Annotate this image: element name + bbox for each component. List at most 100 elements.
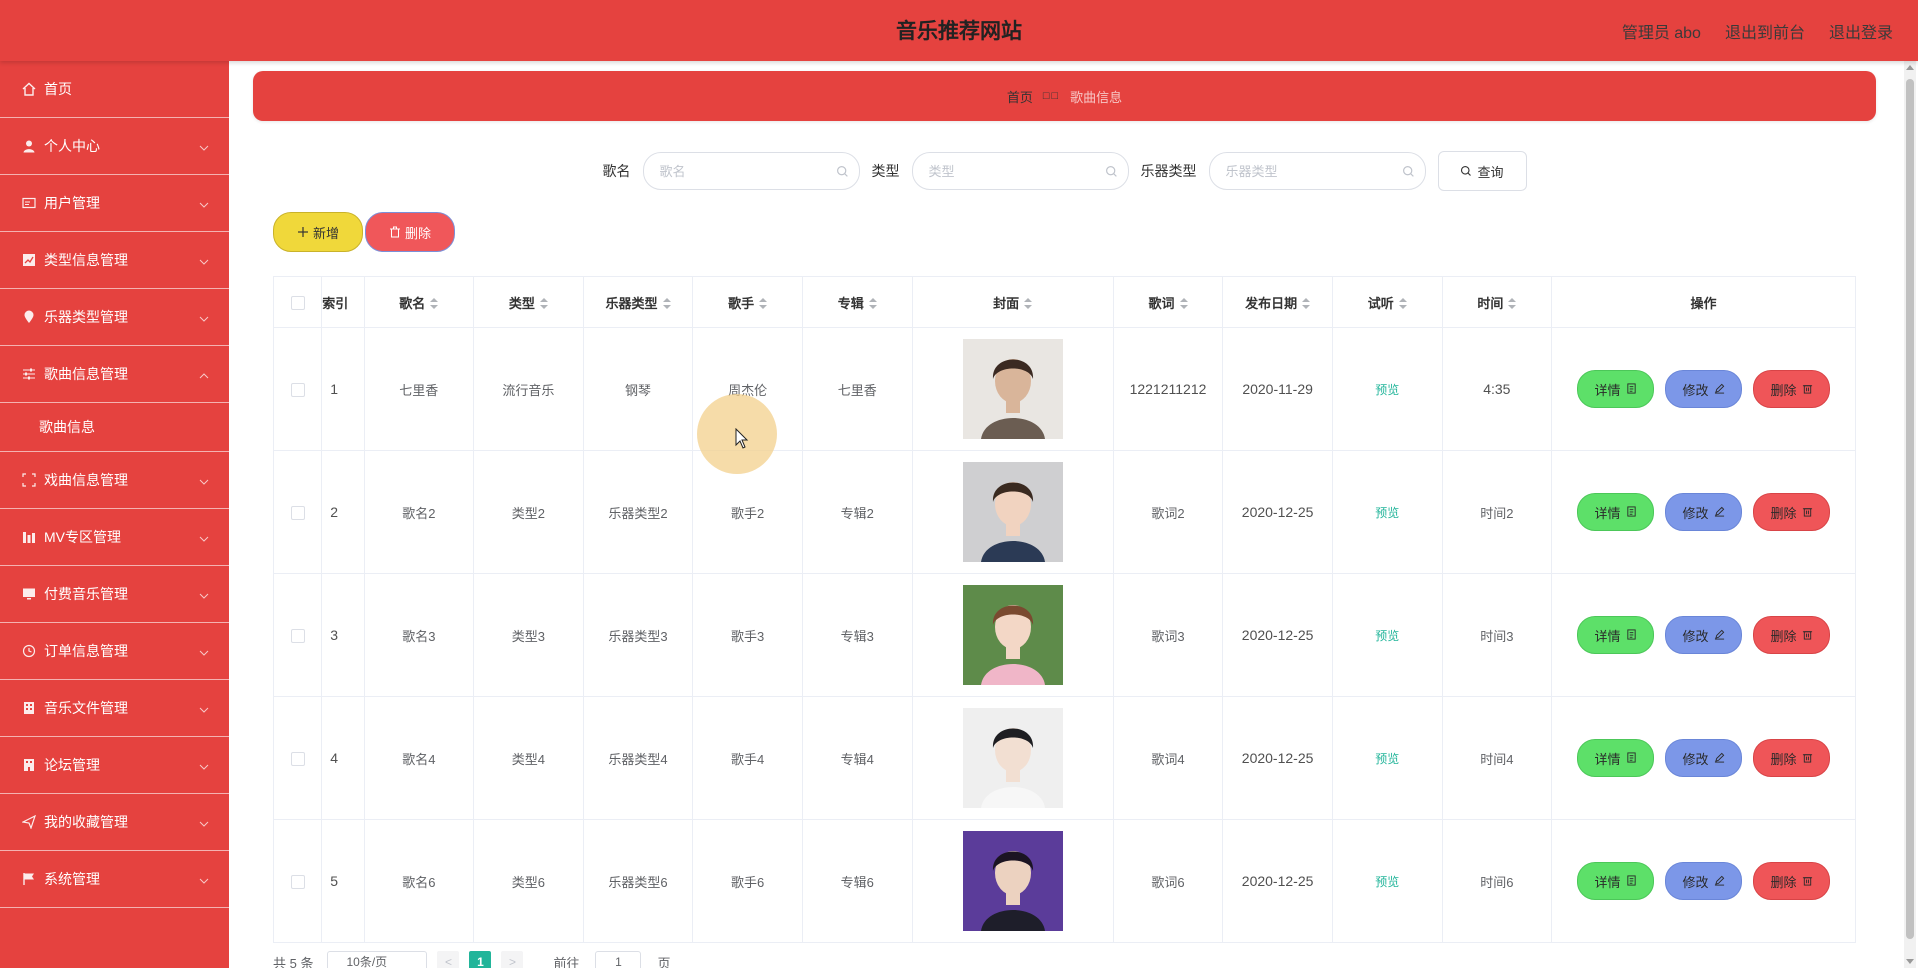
sidebar-item-9[interactable]: 订单信息管理	[0, 623, 229, 680]
detail-button[interactable]: 详情	[1577, 862, 1655, 900]
row-checkbox[interactable]	[290, 628, 305, 643]
fullscreen-icon	[22, 473, 36, 487]
delete-button[interactable]: 删除	[1753, 862, 1831, 900]
delete-button[interactable]: 删除	[1753, 493, 1831, 531]
cover-image[interactable]	[962, 462, 1063, 562]
header-cover[interactable]: 封面	[911, 276, 1114, 328]
scroll-up-arrow[interactable]	[1906, 65, 1914, 70]
type-input[interactable]	[912, 153, 1128, 189]
header-singer[interactable]: 歌手	[692, 276, 803, 328]
batch-delete-button[interactable]: 删除	[365, 212, 455, 252]
select-all-checkbox[interactable]	[290, 295, 305, 310]
delete-button[interactable]: 删除	[1753, 739, 1831, 777]
header-song-name[interactable]: 歌名	[363, 276, 475, 328]
sidebar-item-12[interactable]: 我的收藏管理	[0, 794, 229, 851]
add-button[interactable]: 新增	[273, 212, 363, 252]
page-size-select[interactable]: 10条/页	[327, 951, 428, 968]
edit-button[interactable]: 修改	[1665, 862, 1743, 900]
preview-link[interactable]: 预览	[1375, 875, 1399, 889]
sidebar-item-11[interactable]: 论坛管理	[0, 737, 229, 794]
sort-caret-icon[interactable]	[430, 298, 439, 310]
preview-link[interactable]: 预览	[1375, 383, 1399, 397]
type-label: 类型	[871, 163, 900, 179]
sort-caret-icon[interactable]	[868, 298, 877, 310]
preview-link[interactable]: 预览	[1375, 506, 1399, 520]
sidebar-subitem-song-info[interactable]: 歌曲信息	[0, 403, 229, 452]
sidebar-item-13[interactable]: 系统管理	[0, 851, 229, 908]
header-preview[interactable]: 试听	[1331, 276, 1443, 328]
sidebar-item-2[interactable]: 用户管理	[0, 175, 229, 232]
edit-icon	[1709, 382, 1725, 397]
detail-button[interactable]: 详情	[1577, 370, 1655, 408]
sidebar-item-7[interactable]: MV专区管理	[0, 509, 229, 566]
sliders-icon	[22, 367, 36, 381]
sidebar-item-8[interactable]: 付费音乐管理	[0, 566, 229, 623]
sidebar-item-3[interactable]: 类型信息管理	[0, 232, 229, 289]
delete-button-label: 删除	[1770, 628, 1797, 644]
logout-link[interactable]: 退出登录	[1829, 19, 1893, 43]
page-number-current[interactable]: 1	[469, 951, 492, 968]
row-checkbox[interactable]	[290, 382, 305, 397]
preview-link[interactable]: 预览	[1375, 752, 1399, 766]
header-lyrics[interactable]: 歌词	[1112, 276, 1224, 328]
header-instrument-type[interactable]: 乐器类型	[582, 276, 694, 328]
detail-button[interactable]: 详情	[1577, 616, 1655, 654]
sidebar-item-5[interactable]: 歌曲信息管理	[0, 346, 229, 403]
detail-button[interactable]: 详情	[1577, 739, 1655, 777]
back-to-front-link[interactable]: 退出到前台	[1725, 19, 1805, 43]
row-checkbox[interactable]	[290, 874, 305, 889]
edit-button[interactable]: 修改	[1665, 739, 1743, 777]
sort-caret-icon[interactable]	[1398, 298, 1407, 310]
scroll-down-arrow[interactable]	[1906, 959, 1914, 964]
edit-button[interactable]: 修改	[1665, 370, 1743, 408]
sort-caret-icon[interactable]	[1024, 298, 1033, 310]
row-actions: 详情 修改 删除	[1552, 370, 1855, 408]
edit-button[interactable]: 修改	[1665, 493, 1743, 531]
sidebar-item-label: 订单信息管理	[44, 643, 128, 659]
header-time[interactable]: 时间	[1441, 276, 1553, 328]
breadcrumb-home[interactable]: 首页	[1007, 87, 1033, 106]
sort-caret-icon[interactable]	[1508, 298, 1517, 310]
sidebar-item-0[interactable]: 首页	[0, 61, 229, 118]
sort-caret-icon[interactable]	[1302, 298, 1311, 310]
cover-image[interactable]	[962, 831, 1063, 931]
delete-button[interactable]: 删除	[1753, 616, 1831, 654]
sort-caret-icon[interactable]	[1179, 298, 1188, 310]
sidebar-item-6[interactable]: 戏曲信息管理	[0, 452, 229, 509]
next-page-button[interactable]: >	[501, 951, 524, 968]
sort-caret-icon[interactable]	[539, 298, 548, 310]
cover-image[interactable]	[962, 708, 1063, 808]
goto-page-input[interactable]: 1	[595, 951, 642, 968]
cover-image[interactable]	[962, 585, 1063, 685]
cover-image[interactable]	[962, 339, 1063, 439]
header-release-date[interactable]: 发布日期	[1222, 276, 1333, 328]
table-header-row: 索引 歌名 类型 乐器类型 歌手 专辑 封面 歌词 发布日期 试听 时间 操作	[272, 276, 1856, 328]
sidebar-item-4[interactable]: 乐器类型管理	[0, 289, 229, 346]
sidebar-item-label: 用户管理	[44, 195, 100, 211]
sidebar-item-10[interactable]: 音乐文件管理	[0, 680, 229, 737]
sort-caret-icon[interactable]	[759, 298, 768, 310]
cell-operations: 详情 修改 删除	[1551, 573, 1856, 697]
delete-button[interactable]: 删除	[1753, 370, 1831, 408]
chevron-down-icon	[199, 254, 209, 265]
edit-button[interactable]: 修改	[1665, 616, 1743, 654]
cell-cover	[911, 450, 1114, 574]
scrollbar-thumb[interactable]	[1906, 79, 1914, 939]
prev-page-button[interactable]: <	[437, 951, 460, 968]
breadcrumb: 首页 □□ 歌曲信息	[253, 71, 1876, 121]
row-checkbox[interactable]	[290, 751, 305, 766]
vertical-scrollbar[interactable]	[1904, 61, 1916, 968]
row-checkbox[interactable]	[290, 505, 305, 520]
detail-button[interactable]: 详情	[1577, 493, 1655, 531]
card-icon	[22, 196, 36, 210]
sort-caret-icon[interactable]	[662, 298, 671, 310]
header-album[interactable]: 专辑	[801, 276, 913, 328]
row-actions: 详情 修改 删除	[1552, 493, 1855, 531]
preview-link[interactable]: 预览	[1375, 629, 1399, 643]
query-button[interactable]: 查询	[1437, 151, 1527, 191]
sidebar-item-1[interactable]: 个人中心	[0, 118, 229, 175]
song-name-input[interactable]	[643, 153, 859, 189]
instrument-type-input[interactable]	[1209, 153, 1425, 189]
header-type[interactable]: 类型	[473, 276, 584, 328]
cell-lyrics: 歌词2	[1112, 450, 1224, 574]
